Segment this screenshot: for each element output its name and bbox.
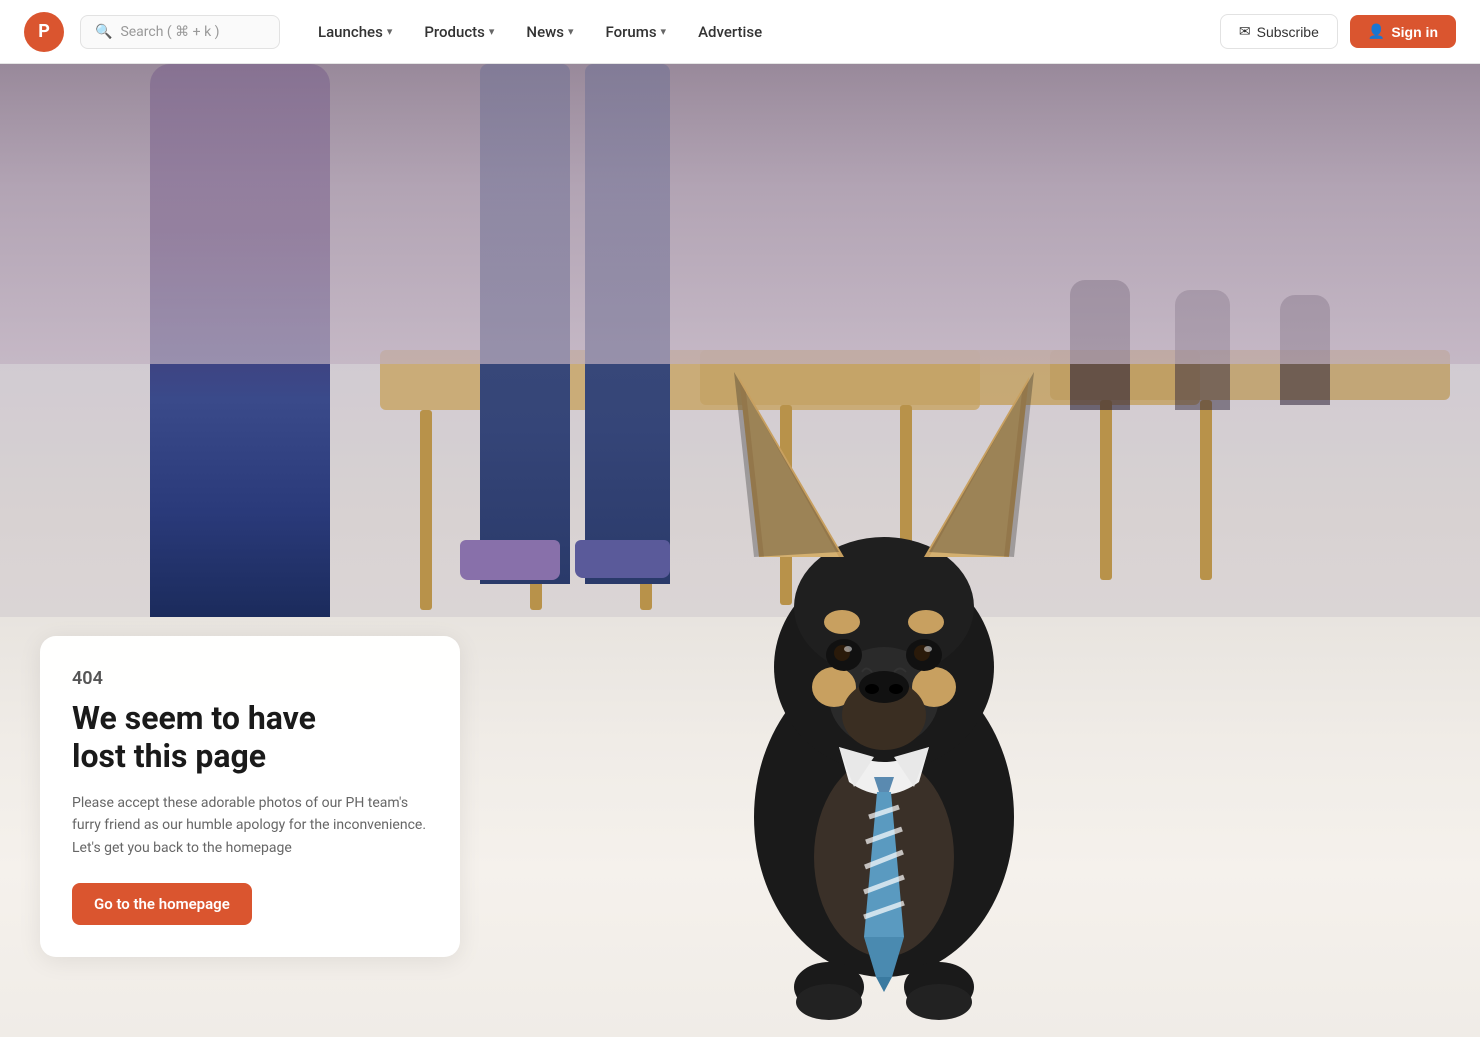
nav-label-advertise: Advertise (698, 23, 762, 41)
homepage-button[interactable]: Go to the homepage (72, 883, 252, 925)
search-box[interactable]: 🔍 Search ( ⌘ + k ) (80, 15, 280, 49)
nav-label-products: Products (424, 23, 485, 41)
nav-label-launches: Launches (318, 23, 383, 41)
signin-label: Sign in (1391, 24, 1438, 40)
nav-item-advertise[interactable]: Advertise (684, 15, 776, 49)
error-title-line2: lost this page (72, 737, 266, 775)
user-icon: 👤 (1368, 23, 1385, 40)
nav-actions: ✉ Subscribe 👤 Sign in (1220, 14, 1456, 49)
error-title: We seem to have lost this page (72, 699, 428, 776)
nav-item-launches[interactable]: Launches ▾ (304, 15, 406, 49)
subscribe-icon: ✉ (1239, 23, 1251, 40)
chevron-down-icon: ▾ (568, 25, 574, 38)
nav-item-products[interactable]: Products ▾ (410, 15, 508, 49)
subscribe-button[interactable]: ✉ Subscribe (1220, 14, 1338, 49)
search-icon: 🔍 (95, 24, 112, 40)
homepage-button-label: Go to the homepage (94, 895, 230, 913)
error-description: Please accept these adorable photos of o… (72, 792, 428, 859)
chevron-down-icon: ▾ (661, 25, 667, 38)
nav-item-forums[interactable]: Forums ▾ (591, 15, 680, 49)
back-wall (0, 64, 1480, 364)
nav-label-forums: Forums (605, 23, 656, 41)
chevron-down-icon: ▾ (387, 25, 393, 38)
search-placeholder: Search ( ⌘ + k ) (120, 24, 219, 40)
person-left-shoe (460, 540, 560, 580)
error-title-line1: We seem to have (72, 699, 316, 737)
nav-links: Launches ▾ Products ▾ News ▾ Forums ▾ Ad… (304, 15, 1212, 49)
nav-item-news[interactable]: News ▾ (512, 15, 587, 49)
error-code: 404 (72, 668, 428, 689)
table-leg-7 (1200, 400, 1212, 580)
navbar: P 🔍 Search ( ⌘ + k ) Launches ▾ Products… (0, 0, 1480, 64)
table-leg-1 (420, 410, 432, 610)
signin-button[interactable]: 👤 Sign in (1350, 15, 1456, 48)
nav-label-news: News (526, 23, 564, 41)
chevron-down-icon: ▾ (489, 25, 495, 38)
error-card: 404 We seem to have lost this page Pleas… (40, 636, 460, 957)
site-logo[interactable]: P (24, 12, 64, 52)
subscribe-label: Subscribe (1257, 24, 1319, 40)
